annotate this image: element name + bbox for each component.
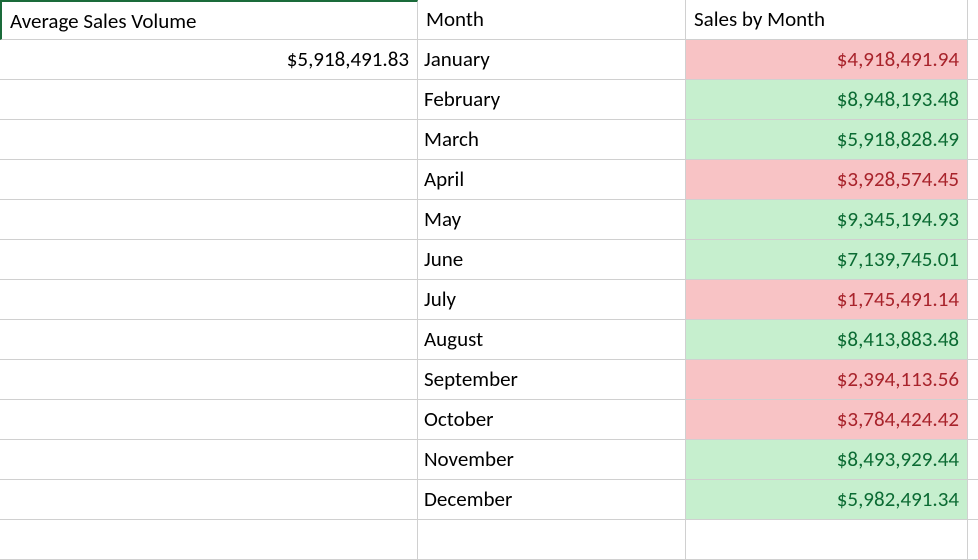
- empty-cell[interactable]: [0, 240, 418, 280]
- empty-cell[interactable]: [0, 160, 418, 200]
- cell-month[interactable]: March: [418, 120, 686, 160]
- cell-sales[interactable]: $4,918,491.94: [686, 40, 968, 80]
- spacer-cell[interactable]: [968, 520, 978, 560]
- empty-cell[interactable]: [0, 320, 418, 360]
- cell-month[interactable]: February: [418, 80, 686, 120]
- spacer-cell[interactable]: [968, 280, 978, 320]
- empty-cell[interactable]: [0, 120, 418, 160]
- spacer-cell[interactable]: [968, 0, 978, 40]
- cell-sales[interactable]: $3,784,424.42: [686, 400, 968, 440]
- spacer-cell[interactable]: [968, 160, 978, 200]
- spacer-cell[interactable]: [968, 360, 978, 400]
- cell-month[interactable]: August: [418, 320, 686, 360]
- cell-month[interactable]: June: [418, 240, 686, 280]
- spacer-cell[interactable]: [968, 240, 978, 280]
- cell-month[interactable]: May: [418, 200, 686, 240]
- empty-cell[interactable]: [0, 200, 418, 240]
- empty-cell[interactable]: [0, 480, 418, 520]
- empty-cell[interactable]: [0, 520, 418, 560]
- cell-sales[interactable]: $5,982,491.34: [686, 480, 968, 520]
- cell-month[interactable]: December: [418, 480, 686, 520]
- cell-month[interactable]: January: [418, 40, 686, 80]
- cell-sales[interactable]: $7,139,745.01: [686, 240, 968, 280]
- cell-month[interactable]: July: [418, 280, 686, 320]
- cell-month[interactable]: September: [418, 360, 686, 400]
- empty-cell[interactable]: [418, 520, 686, 560]
- spacer-cell[interactable]: [968, 440, 978, 480]
- empty-cell[interactable]: [686, 520, 968, 560]
- empty-cell[interactable]: [0, 400, 418, 440]
- cell-sales[interactable]: $3,928,574.45: [686, 160, 968, 200]
- header-average-sales-volume[interactable]: Average Sales Volume: [0, 0, 418, 40]
- cell-month[interactable]: October: [418, 400, 686, 440]
- spacer-cell[interactable]: [968, 480, 978, 520]
- spreadsheet-grid[interactable]: Average Sales Volume Month Sales by Mont…: [0, 0, 978, 560]
- cell-month[interactable]: November: [418, 440, 686, 480]
- cell-sales[interactable]: $8,493,929.44: [686, 440, 968, 480]
- cell-sales[interactable]: $2,394,113.56: [686, 360, 968, 400]
- empty-cell[interactable]: [0, 440, 418, 480]
- empty-cell[interactable]: [0, 80, 418, 120]
- header-month[interactable]: Month: [418, 0, 686, 40]
- spacer-cell[interactable]: [968, 400, 978, 440]
- spacer-cell[interactable]: [968, 120, 978, 160]
- cell-sales[interactable]: $8,413,883.48: [686, 320, 968, 360]
- cell-month[interactable]: April: [418, 160, 686, 200]
- cell-sales[interactable]: $5,918,828.49: [686, 120, 968, 160]
- empty-cell[interactable]: [0, 360, 418, 400]
- cell-sales[interactable]: $1,745,491.14: [686, 280, 968, 320]
- empty-cell[interactable]: [0, 280, 418, 320]
- header-sales-by-month[interactable]: Sales by Month: [686, 0, 968, 40]
- spacer-cell[interactable]: [968, 320, 978, 360]
- cell-sales[interactable]: $8,948,193.48: [686, 80, 968, 120]
- spacer-cell[interactable]: [968, 40, 978, 80]
- cell-sales[interactable]: $9,345,194.93: [686, 200, 968, 240]
- spacer-cell[interactable]: [968, 200, 978, 240]
- cell-average-value[interactable]: $5,918,491.83: [0, 40, 418, 80]
- spacer-cell[interactable]: [968, 80, 978, 120]
